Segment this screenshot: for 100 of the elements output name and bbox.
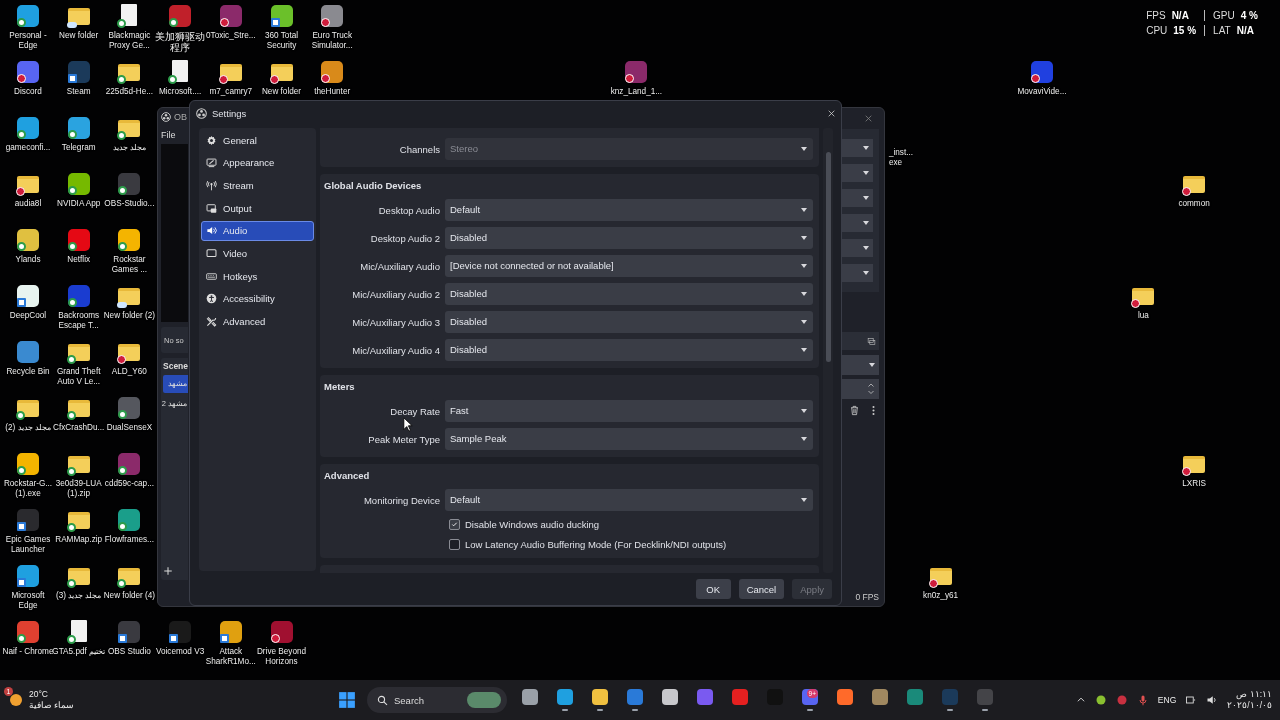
app-tile-icon[interactable] <box>17 341 39 363</box>
sidebar-item[interactable]: Hotkeys <box>201 266 314 287</box>
app-tile-icon[interactable] <box>321 5 344 27</box>
checkbox[interactable] <box>449 538 460 550</box>
dropdown-field[interactable] <box>841 139 873 157</box>
network-icon[interactable] <box>1185 694 1198 706</box>
app-tile-icon[interactable] <box>321 61 344 83</box>
app-tile-icon[interactable] <box>270 5 293 27</box>
menu-item[interactable]: File <box>161 130 176 140</box>
start-icon[interactable] <box>338 691 356 709</box>
speaker-icon[interactable] <box>1206 694 1219 706</box>
app-tile-icon[interactable] <box>169 5 192 27</box>
sidebar-item[interactable]: Accessibility <box>201 288 314 309</box>
icon-label[interactable]: MovaviVide... <box>1015 87 1069 97</box>
app-tile-icon[interactable] <box>270 621 293 643</box>
checkbox-label[interactable]: Disable Windows audio ducking <box>465 518 600 530</box>
dropdown[interactable]: [Device not connected or not available] <box>445 255 813 277</box>
icon-label[interactable]: Microsoft Edge <box>1 591 55 611</box>
dropdown[interactable]: Disabled <box>445 311 813 333</box>
app-icon[interactable] <box>697 689 713 705</box>
app-tile-icon[interactable] <box>219 5 242 27</box>
microphone-icon[interactable] <box>1136 694 1149 706</box>
sidebar-item[interactable]: Appearance <box>201 152 314 173</box>
dropdown[interactable]: Default <box>445 489 813 511</box>
scrollbar-thumb[interactable] <box>825 152 831 362</box>
clock-time[interactable]: ١١:١١ ص <box>1236 689 1272 700</box>
trash-icon[interactable] <box>849 405 860 416</box>
app-tile-icon[interactable] <box>118 453 141 475</box>
app-tile-icon[interactable] <box>67 229 90 251</box>
dropdown[interactable]: Disabled <box>445 227 813 249</box>
app-tile-icon[interactable] <box>17 565 39 587</box>
weather-sun-icon[interactable] <box>8 692 24 708</box>
dock-icon[interactable] <box>867 336 876 346</box>
app-tile-icon[interactable] <box>118 509 141 531</box>
checkbox-label[interactable]: Low Latency Audio Buffering Mode (For Decklink/NDI outputs) <box>465 538 727 550</box>
plus-icon[interactable] <box>163 566 173 576</box>
app-tile-icon[interactable] <box>67 117 90 139</box>
dropdown-field[interactable] <box>841 355 879 375</box>
icon-label[interactable]: _inst... exe <box>888 148 917 168</box>
checkbox[interactable] <box>449 518 460 530</box>
sidebar-item[interactable]: Stream <box>201 175 314 196</box>
dropdown[interactable]: Sample Peak <box>445 428 813 450</box>
icon-label[interactable]: lua <box>1116 311 1171 321</box>
dropdown[interactable]: Disabled <box>445 283 813 305</box>
icon-label[interactable]: DeepCool <box>1 311 55 321</box>
dropdown-field[interactable] <box>841 214 873 232</box>
app-tile-icon[interactable] <box>67 173 90 195</box>
weather-condition-text[interactable]: سماء صافية <box>29 700 75 711</box>
icon-label[interactable]: audia8l <box>1 199 55 209</box>
dropdown-field[interactable] <box>841 164 873 182</box>
icon-label[interactable]: OBS-Studio... <box>102 199 157 209</box>
dropdown-field[interactable] <box>841 239 873 257</box>
icon-label[interactable]: تختيم GTA5.pdf <box>51 647 106 657</box>
close-icon[interactable] <box>864 114 873 123</box>
tray-app-icon[interactable] <box>1094 694 1107 706</box>
app-tile-icon[interactable] <box>118 229 141 251</box>
dropdown[interactable]: Fast <box>445 400 813 422</box>
icon-label[interactable]: CfxCrashDu... <box>51 423 106 433</box>
dropdown[interactable]: Disabled <box>445 339 813 361</box>
app-tile-icon[interactable] <box>169 621 192 643</box>
tray-app-icon[interactable] <box>1115 694 1128 706</box>
clock-date[interactable]: ٢٠٢٥/١٠/٠٥ <box>1227 700 1272 711</box>
app-tile-icon[interactable] <box>17 453 39 475</box>
icon-label[interactable]: New folder (2) <box>102 311 157 321</box>
icon-label[interactable]: kn0z_y61 <box>913 591 968 601</box>
sidebar-item[interactable]: Advanced <box>201 311 314 332</box>
app-tile-icon[interactable] <box>17 621 39 643</box>
icon-label[interactable]: LXRIS <box>1167 479 1222 489</box>
chevron-up-icon[interactable] <box>1075 695 1086 705</box>
app-tile-icon[interactable] <box>67 285 90 307</box>
app-tile-icon[interactable] <box>67 61 90 83</box>
dropdown-field[interactable] <box>841 264 873 282</box>
search-field[interactable]: Search <box>367 687 507 713</box>
up-down-arrows-icon[interactable] <box>867 381 875 397</box>
dropdown[interactable]: Default <box>445 199 813 221</box>
app-tile-icon[interactable] <box>17 61 39 83</box>
app-icon[interactable] <box>907 689 923 705</box>
spin-field[interactable] <box>841 379 879 399</box>
app-tile-icon[interactable] <box>17 285 39 307</box>
app-tile-icon[interactable] <box>17 117 39 139</box>
dropdown-field[interactable] <box>841 189 873 207</box>
icon-label[interactable]: knz_Land_1... <box>609 87 664 97</box>
sidebar-item[interactable]: General <box>201 130 314 150</box>
app-tile-icon[interactable] <box>118 621 141 643</box>
dialog-button[interactable]: OK <box>695 579 731 599</box>
app-tile-icon[interactable] <box>17 229 39 251</box>
sidebar-item[interactable]: Video <box>201 243 314 264</box>
sidebar-item[interactable]: Audio <box>201 220 314 241</box>
temperature-text[interactable]: 20°C <box>29 689 75 700</box>
app-tile-icon[interactable] <box>625 61 648 83</box>
app-tile-icon[interactable] <box>17 5 39 27</box>
app-tile-icon[interactable] <box>219 621 242 643</box>
app-tile-icon[interactable] <box>1031 61 1053 83</box>
app-tile-icon[interactable] <box>118 397 141 419</box>
app-tile-icon[interactable] <box>118 173 141 195</box>
app-tile-icon[interactable] <box>17 509 39 531</box>
icon-label[interactable]: common <box>1167 199 1222 209</box>
sidebar-item[interactable]: Output <box>201 198 314 219</box>
icon-label[interactable]: New folder (4) <box>102 591 157 601</box>
language-indicator[interactable]: ENG <box>1157 695 1177 705</box>
